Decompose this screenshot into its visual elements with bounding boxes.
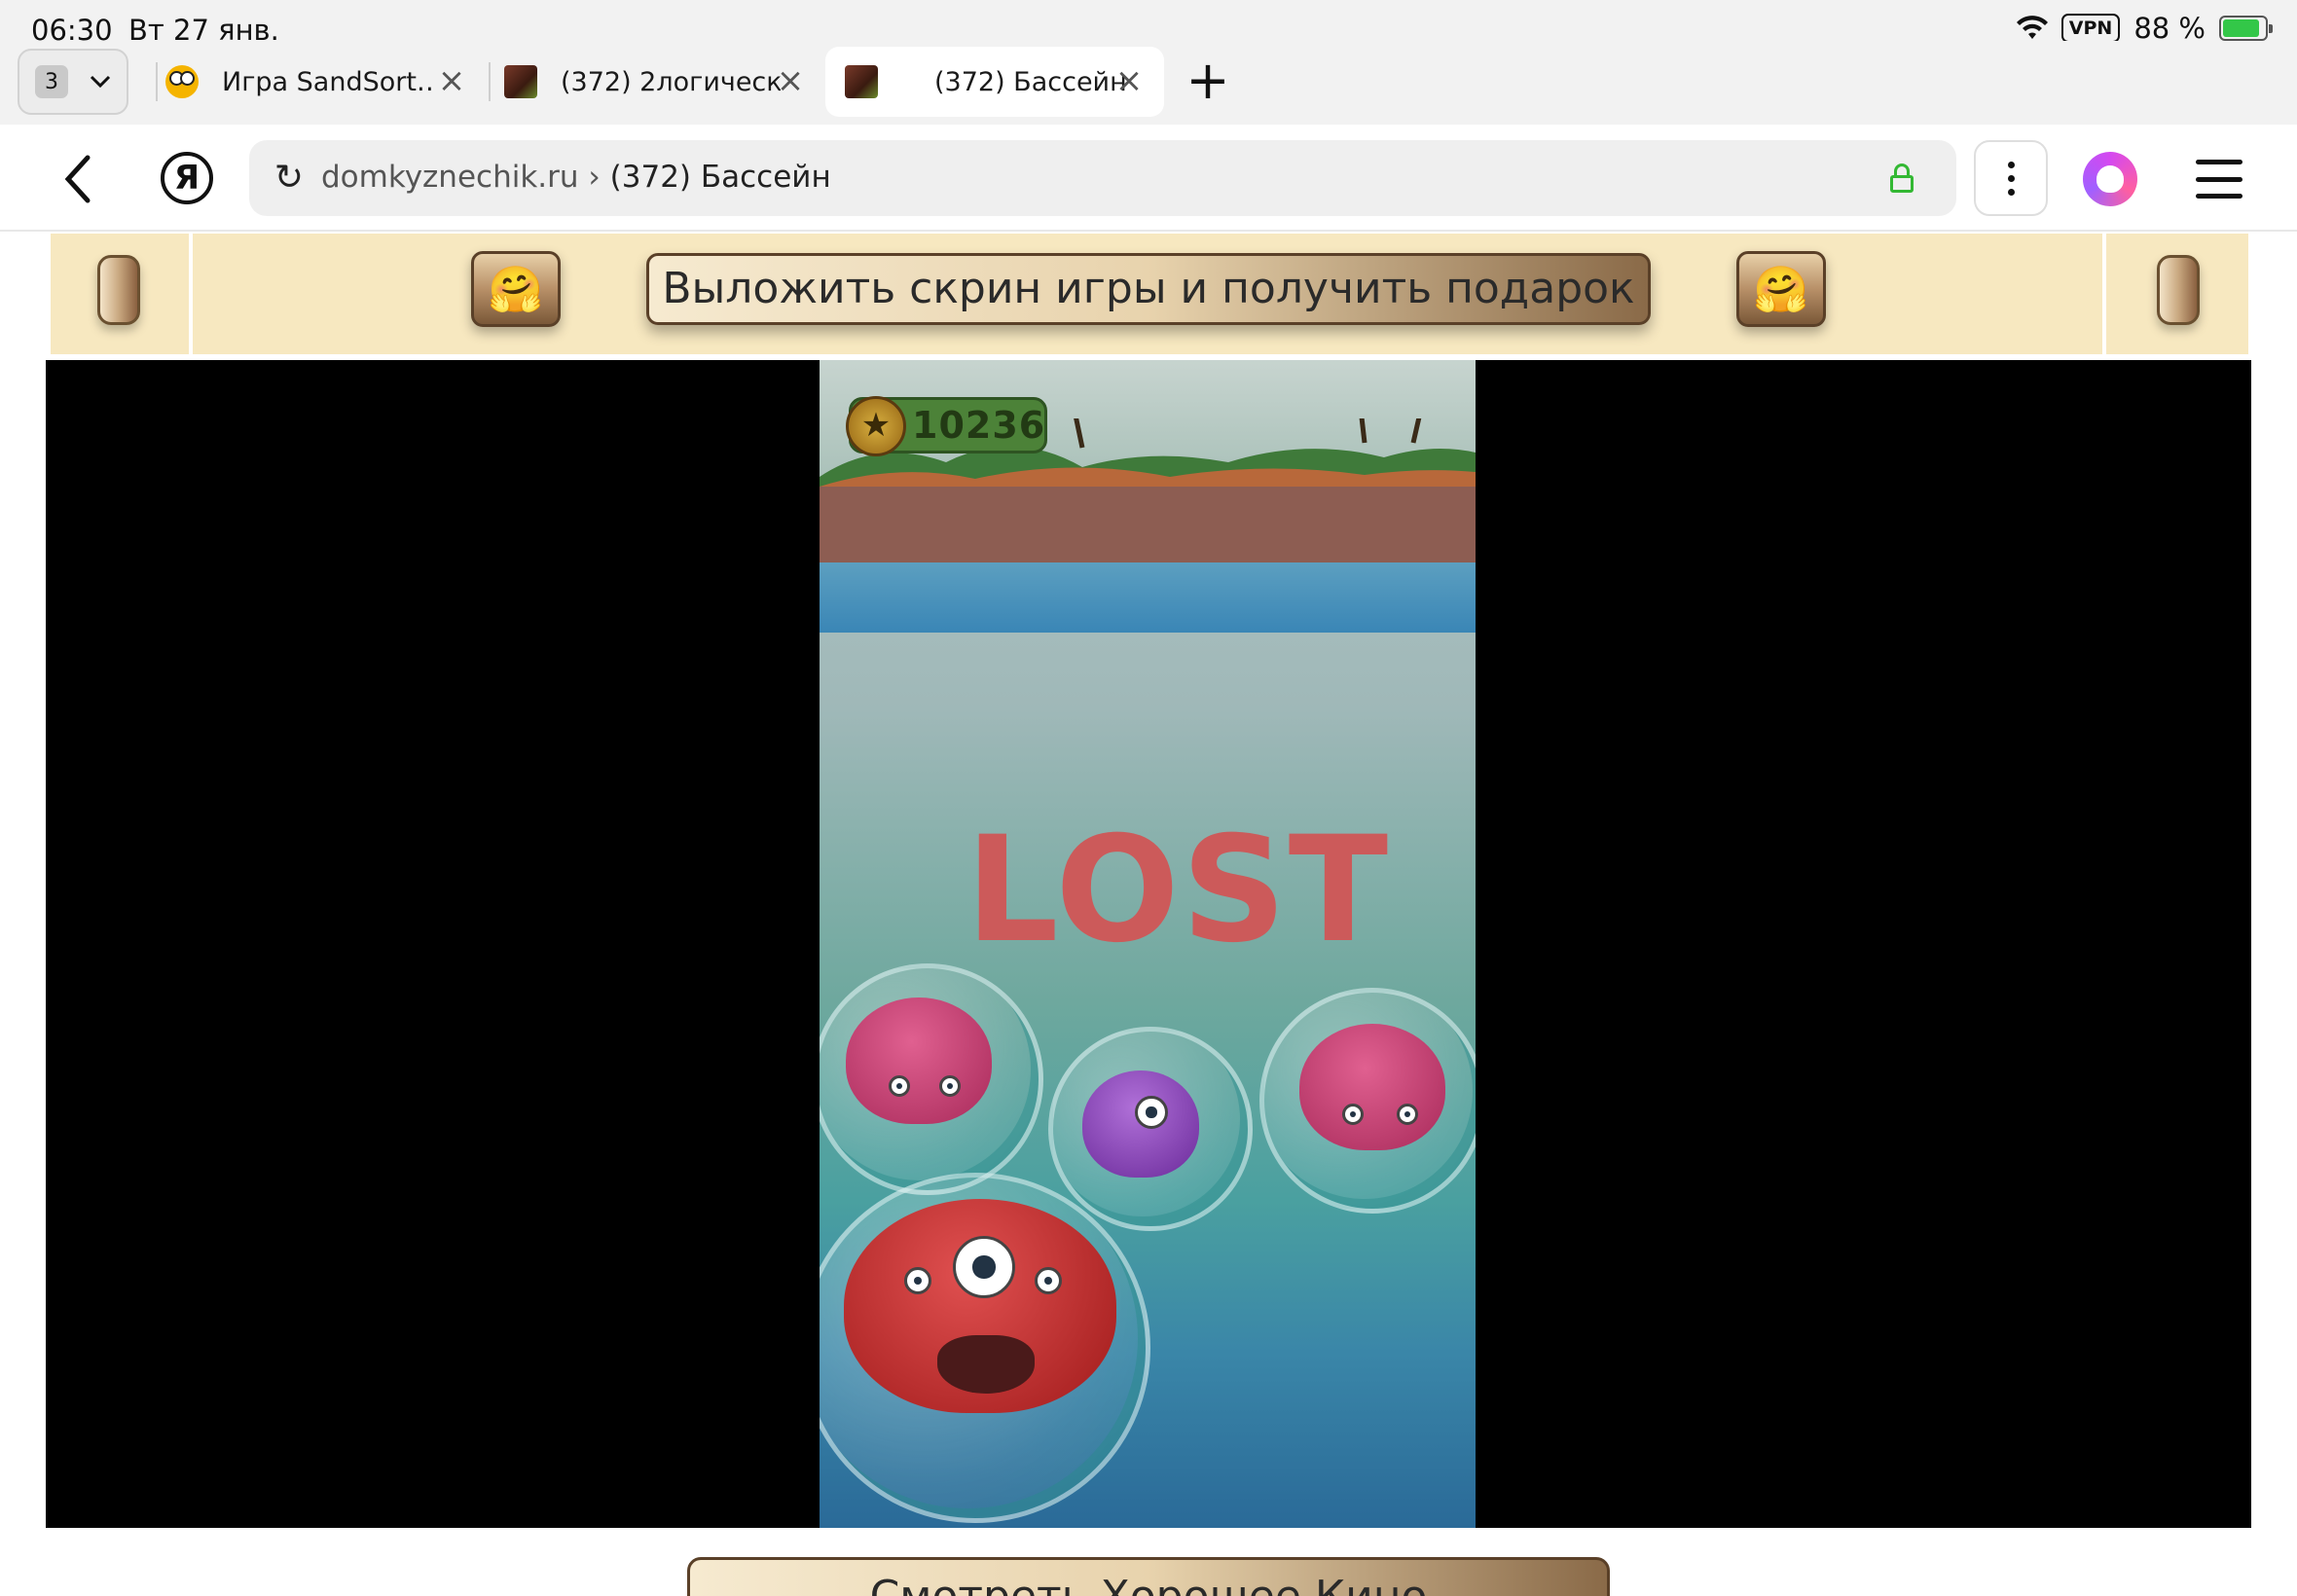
tab-pool-active[interactable]: (372) Бассейн × <box>825 47 1164 117</box>
close-icon[interactable]: × <box>773 64 808 99</box>
red-cyclops-monster <box>844 1199 1116 1413</box>
hug-emoji-button[interactable]: 🤗 <box>471 251 561 327</box>
watch-movies-button[interactable]: Смотреть Хорошее Кино <box>687 1557 1610 1596</box>
navigation-bar: Я ↻ domkyznechik.ru › (372) Бассейн <box>0 125 2297 232</box>
battery-fill <box>2223 19 2259 37</box>
tab-counter-button[interactable]: 3 <box>18 49 128 115</box>
banner-right-pill[interactable] <box>2157 255 2200 325</box>
site-banner: 🤗 Выложить скрин игры и получить подарок… <box>51 234 2248 354</box>
banner-divider <box>2102 234 2106 354</box>
water-surface <box>820 562 1476 633</box>
purple-monster <box>1082 1070 1199 1178</box>
pink-monster <box>846 998 992 1124</box>
yandex-logo[interactable]: Я <box>161 152 213 204</box>
battery-percent: 88 % <box>2133 12 2206 45</box>
lost-status-text: LOST <box>966 806 1391 975</box>
site-icon <box>845 65 878 98</box>
monster-bubble[interactable] <box>1259 988 1476 1214</box>
site-icon <box>504 65 537 98</box>
more-options-button[interactable] <box>1974 140 2048 216</box>
monster-bubble[interactable] <box>820 963 1043 1195</box>
chevron-down-icon <box>90 75 111 89</box>
coin-counter: ★ 10236 <box>846 396 1047 456</box>
tab-sandsort[interactable]: Игра SandSort… × <box>165 47 487 117</box>
tab-title: (372) 2логическ… <box>561 66 781 97</box>
url-page-title: (372) Бассейн <box>609 160 831 195</box>
star-coin-icon: ★ <box>846 396 906 456</box>
back-button[interactable] <box>55 154 101 204</box>
monster-bubble[interactable] <box>1048 1027 1253 1231</box>
banner-left-pill[interactable] <box>97 255 140 325</box>
tab-separator <box>489 62 491 101</box>
lock-icon[interactable] <box>1890 163 1914 193</box>
tab-logic[interactable]: (372) 2логическ… × <box>504 47 825 117</box>
tab-separator <box>156 62 158 101</box>
chevron-left-icon <box>64 155 91 203</box>
battery-icon <box>2219 16 2273 41</box>
status-right: VPN 88 % <box>2016 12 2273 45</box>
banner-divider <box>189 234 193 354</box>
monster-bubble[interactable] <box>820 1173 1150 1523</box>
hug-emoji-button[interactable]: 🤗 <box>1736 251 1826 327</box>
new-tab-button[interactable]: + <box>1184 54 1232 109</box>
hamburger-menu-button[interactable] <box>2196 160 2242 199</box>
game-frame: ★ 10236 LOST <box>46 360 2251 1528</box>
url-separator: › <box>588 160 601 195</box>
wifi-icon <box>2016 16 2048 39</box>
close-icon[interactable]: × <box>434 64 469 99</box>
game-face-icon <box>165 65 199 98</box>
game-canvas[interactable]: ★ 10236 LOST <box>820 360 1476 1528</box>
tab-strip: 3 Игра SandSort… × (372) 2логическ… × (3… <box>0 41 2297 125</box>
reload-icon[interactable]: ↻ <box>271 160 308 197</box>
tab-count: 3 <box>35 65 68 98</box>
pink-monster <box>1299 1024 1445 1150</box>
tab-title: Игра SandSort… <box>222 66 436 97</box>
alice-assistant-icon[interactable] <box>2083 152 2137 206</box>
sand-layer <box>820 487 1476 569</box>
close-icon[interactable]: × <box>1112 64 1147 99</box>
coin-value: 10236 <box>912 404 1046 447</box>
address-bar[interactable]: ↻ domkyznechik.ru › (372) Бассейн <box>249 140 1956 216</box>
vpn-badge: VPN <box>2060 14 2121 43</box>
url-domain: domkyznechik.ru <box>321 160 579 195</box>
url-text[interactable]: domkyznechik.ru › (372) Бассейн <box>321 160 831 195</box>
browser-screen: 06:30 Вт 27 янв. VPN 88 % 3 Игра SandSor… <box>0 0 2297 1596</box>
tab-title: (372) Бассейн <box>934 66 1127 97</box>
post-screenshot-button[interactable]: Выложить скрин игры и получить подарок <box>646 253 1651 325</box>
